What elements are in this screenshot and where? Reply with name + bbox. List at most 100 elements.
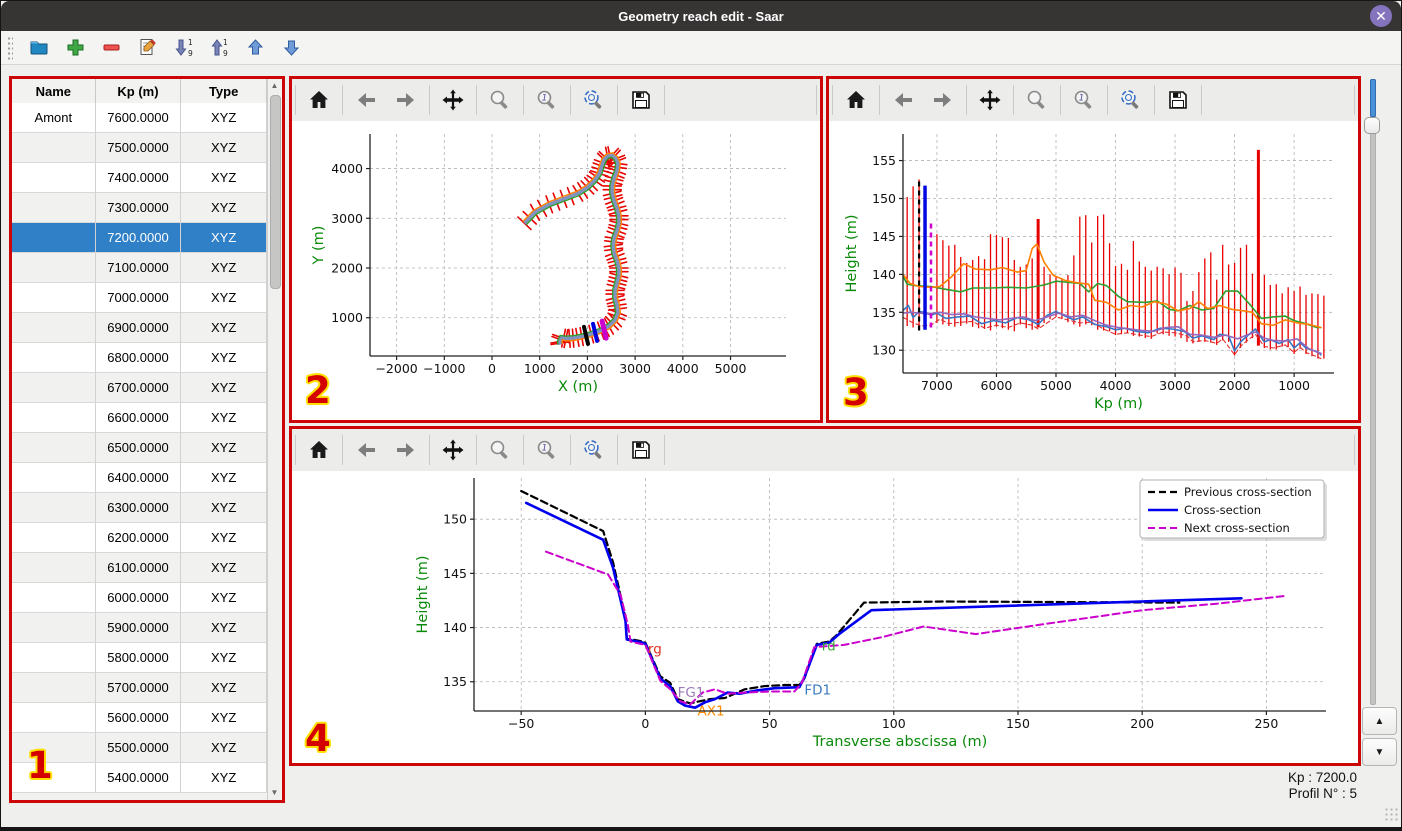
mpl-home-button[interactable]	[839, 83, 873, 117]
table-row[interactable]: 7400.0000 XYZ	[12, 163, 267, 193]
cell-kp: 5800.0000	[95, 643, 182, 673]
table-row[interactable]: 6500.0000 XYZ	[12, 433, 267, 463]
table-row[interactable]: 7300.0000 XYZ	[12, 193, 267, 223]
remove-button[interactable]	[98, 35, 124, 61]
table-row[interactable]: 6700.0000 XYZ	[12, 373, 267, 403]
mpl-back-button[interactable]	[349, 83, 383, 117]
legend-label: Next cross-section	[1184, 521, 1290, 535]
table-row[interactable]: 6600.0000 XYZ	[12, 403, 267, 433]
mpl-zoom-fit-button[interactable]	[1114, 83, 1148, 117]
add-button[interactable]	[62, 35, 88, 61]
sort-ascending-button[interactable]: 19	[206, 35, 232, 61]
svg-text:150: 150	[443, 512, 467, 527]
profile-down-button[interactable]: ▼	[1362, 738, 1397, 766]
cell-kp: 6100.0000	[95, 553, 182, 583]
svg-text:6000: 6000	[981, 378, 1013, 393]
column-header-kp[interactable]: Kp (m)	[96, 79, 182, 103]
table-row[interactable]: 6800.0000 XYZ	[12, 343, 267, 373]
cross-section-plot[interactable]: rgFG1AX1FD1rd−50 0 50 100 150 200 250135140145…	[292, 471, 1358, 763]
move-down-button[interactable]	[278, 35, 304, 61]
mpl-save-button[interactable]	[624, 83, 658, 117]
mpl-home-button[interactable]	[302, 83, 336, 117]
plan-view-plot[interactable]: −2000 −1000 0 1000 2000 3000 4000 5000 1000 2000 3…	[292, 121, 820, 420]
mpl-zoom-one-button[interactable]: 1	[530, 433, 564, 467]
table-scrollbar[interactable]: ▲ ▼	[267, 79, 282, 800]
scroll-up-icon[interactable]: ▲	[268, 79, 281, 93]
slider-handle[interactable]	[1364, 117, 1380, 134]
table-row[interactable]: 5800.0000 XYZ	[12, 643, 267, 673]
mpl-zoom-button[interactable]	[483, 433, 517, 467]
mpl-home-button[interactable]	[302, 433, 336, 467]
close-button[interactable]: ✕	[1370, 5, 1392, 27]
table-row[interactable]: 5600.0000 XYZ	[12, 703, 267, 733]
mpl-forward-button[interactable]	[926, 83, 960, 117]
mpl-forward-button[interactable]	[389, 433, 423, 467]
mpl-pan-button[interactable]	[973, 83, 1007, 117]
table-row[interactable]: 6900.0000 XYZ	[12, 313, 267, 343]
mpl-zoom-fit-button[interactable]	[577, 433, 611, 467]
svg-text:9: 9	[223, 49, 228, 58]
toolbar-separator	[342, 435, 343, 465]
save-icon	[632, 441, 650, 459]
cell-name	[12, 313, 96, 343]
mpl-pan-button[interactable]	[436, 83, 470, 117]
mpl-forward-button[interactable]	[389, 83, 423, 117]
mpl-zoom-button[interactable]	[483, 83, 517, 117]
mpl-zoom-one-button[interactable]: 1	[530, 83, 564, 117]
mpl-pan-button[interactable]	[436, 433, 470, 467]
table-row[interactable]: 7500.0000 XYZ	[12, 133, 267, 163]
long-profile-plot[interactable]: 7000 6000 5000 4000 3000 2000 1000 130 135 140 145…	[829, 121, 1358, 420]
table-row[interactable]: 5900.0000 XYZ	[12, 613, 267, 643]
toolbar-grip[interactable]	[7, 35, 13, 60]
svg-text:−50: −50	[508, 716, 534, 731]
cell-type: XYZ	[181, 223, 267, 253]
table-row[interactable]: 7200.0000 XYZ	[12, 223, 267, 253]
profile-slider[interactable]	[1364, 79, 1380, 705]
toolbar-separator	[1060, 85, 1061, 115]
mpl-back-button[interactable]	[349, 433, 383, 467]
move-up-button[interactable]	[242, 35, 268, 61]
table-row[interactable]: 6000.0000 XYZ	[12, 583, 267, 613]
scroll-down-icon[interactable]: ▼	[268, 786, 281, 800]
mpl-save-button[interactable]	[1161, 83, 1195, 117]
profile-up-button[interactable]: ▲	[1362, 707, 1397, 735]
slider-track[interactable]	[1370, 79, 1376, 705]
cross-section-table[interactable]: Name Kp (m) Type Amont 7600.0000 XYZ 7500.000…	[12, 79, 268, 800]
column-header-name[interactable]: Name	[12, 79, 96, 103]
table-row[interactable]: 6400.0000 XYZ	[12, 463, 267, 493]
main-toolbar: 1919	[1, 31, 1401, 65]
table-row[interactable]: 5700.0000 XYZ	[12, 673, 267, 703]
mpl-back-button[interactable]	[886, 83, 920, 117]
svg-text:7000: 7000	[921, 378, 953, 393]
table-row[interactable]: 7100.0000 XYZ	[12, 253, 267, 283]
mpl-zoom-button[interactable]	[1020, 83, 1054, 117]
table-row[interactable]: 6100.0000 XYZ	[12, 553, 267, 583]
table-row-partial[interactable]	[12, 793, 267, 800]
table-row[interactable]: 6200.0000 XYZ	[12, 523, 267, 553]
table-row[interactable]: 5500.0000 XYZ	[12, 733, 267, 763]
plan-view-toolbar: 1	[292, 79, 820, 121]
edit-button[interactable]	[134, 35, 160, 61]
table-row[interactable]: Amont 7600.0000 XYZ	[12, 103, 267, 133]
profil-status: Profil N° : 5	[1288, 785, 1357, 801]
scrollbar-thumb[interactable]	[270, 95, 281, 289]
svg-text:1000: 1000	[524, 361, 556, 376]
cell-type: XYZ	[181, 523, 267, 553]
mpl-zoom-one-button[interactable]: 1	[1067, 83, 1101, 117]
table-row[interactable]: 6300.0000 XYZ	[12, 493, 267, 523]
sort-descending-button[interactable]: 19	[170, 35, 196, 61]
svg-text:200: 200	[1130, 716, 1154, 731]
table-row[interactable]: 5400.0000 XYZ	[12, 763, 267, 793]
mpl-zoom-fit-button[interactable]	[577, 83, 611, 117]
cell-kp: 6700.0000	[95, 373, 182, 403]
resize-grip[interactable]	[1384, 807, 1398, 821]
open-folder-button[interactable]	[26, 35, 52, 61]
cell-name	[12, 673, 96, 703]
cross-section-toolbar: 1	[292, 429, 1358, 471]
column-header-type[interactable]: Type	[181, 79, 267, 103]
toolbar-separator	[1013, 85, 1014, 115]
app-window: Geometry reach edit - Saar ✕ 1919 Name Kp…	[0, 0, 1402, 831]
mpl-save-button[interactable]	[624, 433, 658, 467]
titlebar[interactable]: Geometry reach edit - Saar ✕	[1, 1, 1401, 31]
table-row[interactable]: 7000.0000 XYZ	[12, 283, 267, 313]
